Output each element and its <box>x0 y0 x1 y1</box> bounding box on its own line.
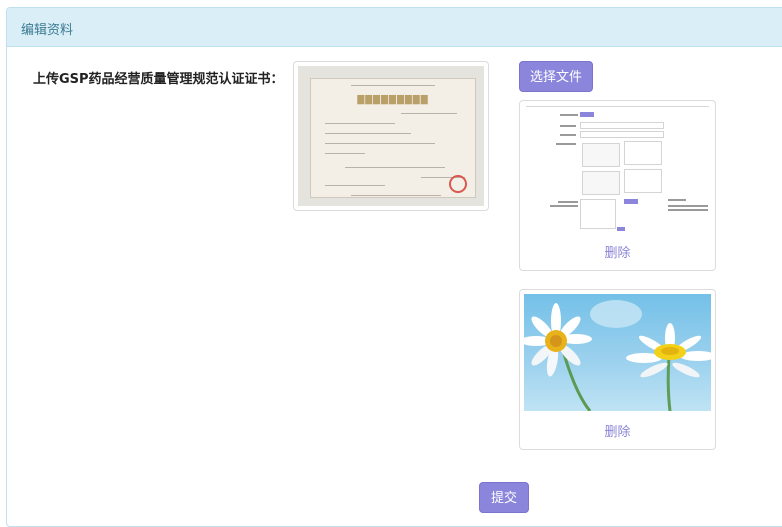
panel-title: 编辑资料 <box>21 23 74 38</box>
uploaded-image-card: 删除 <box>519 100 716 271</box>
certificate-document-graphic: ▇▇▇▇▇▇▇▇▇ <box>310 78 476 198</box>
certificate-preview[interactable]: ▇▇▇▇▇▇▇▇▇ <box>293 61 489 211</box>
certificate-title-graphic: ▇▇▇▇▇▇▇▇▇ <box>357 95 429 105</box>
uploaded-image-card: 删除 <box>519 289 716 450</box>
daisy-photo-graphic <box>524 300 711 411</box>
uploaded-form-screenshot[interactable] <box>524 105 711 235</box>
uploaded-flower-image[interactable] <box>524 294 711 411</box>
gsp-certificate-label: 上传GSP药品经营质量管理规范认证证书： <box>33 72 284 87</box>
delete-link[interactable]: 删除 <box>520 242 715 261</box>
choose-file-button[interactable]: 选择文件 <box>519 61 593 92</box>
panel-heading: 编辑资料 <box>7 8 782 47</box>
submit-button[interactable]: 提交 <box>479 482 529 513</box>
gsp-certificate-image: ▇▇▇▇▇▇▇▇▇ <box>298 66 484 206</box>
delete-link[interactable]: 删除 <box>520 421 715 440</box>
red-seal-icon <box>449 175 467 193</box>
